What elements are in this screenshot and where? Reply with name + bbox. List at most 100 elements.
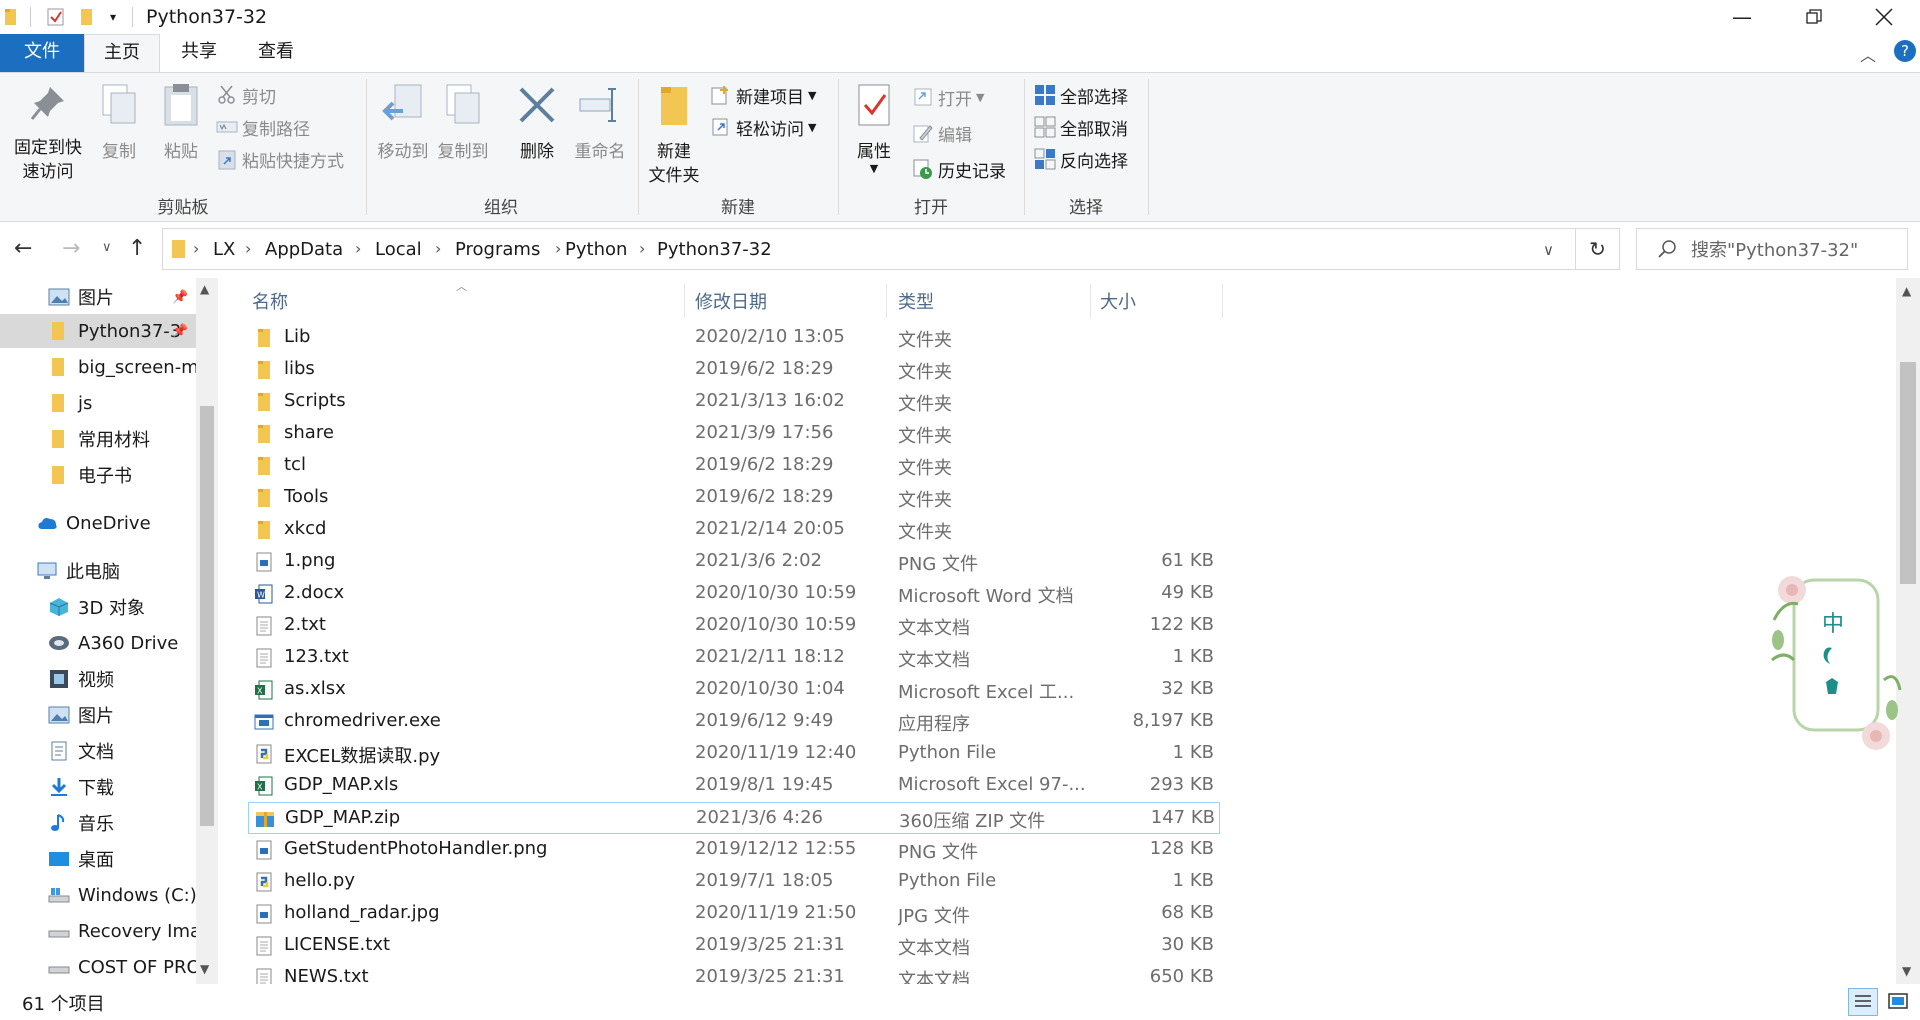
file-row[interactable]: GetStudentPhotoHandler.png2019/12/12 12:…	[248, 834, 1220, 866]
properties-button[interactable]: 属性 ▼	[846, 83, 902, 174]
file-row[interactable]: Lib2020/2/10 13:05文件夹	[248, 322, 1220, 354]
column-header-name[interactable]: 名称	[252, 288, 288, 314]
scroll-up-button[interactable]: ▲	[1902, 284, 1911, 298]
tab-share[interactable]: 共享	[160, 34, 238, 72]
column-header-type[interactable]: 类型	[898, 288, 934, 314]
nav-item-desktop[interactable]: 桌面	[0, 842, 196, 876]
file-row[interactable]: W2.docx2020/10/30 10:59Microsoft Word 文档…	[248, 578, 1220, 610]
file-row[interactable]: chromedriver.exe2019/6/12 9:49应用程序8,197 …	[248, 706, 1220, 738]
nav-item-ebooks[interactable]: 电子书	[0, 458, 196, 492]
copy-to-button[interactable]: 复制到	[434, 83, 492, 164]
nav-item-recovery-image[interactable]: Recovery Imag	[0, 914, 196, 948]
file-row[interactable]: XGDP_MAP.xls2019/8/1 19:45Microsoft Exce…	[248, 770, 1220, 802]
column-header-date[interactable]: 修改日期	[695, 288, 767, 314]
nav-item-downloads[interactable]: 下载	[0, 770, 196, 804]
breadcrumb-item[interactable]: LX	[213, 239, 235, 260]
address-history-dropdown[interactable]: ∨	[1543, 241, 1554, 259]
history-button[interactable]: 历史记录	[912, 155, 1006, 183]
nav-item-python37-32[interactable]: Python37-32 📌	[0, 314, 196, 348]
nav-item-videos[interactable]: 视频	[0, 662, 196, 696]
properties-quick-button[interactable]	[46, 7, 66, 27]
nav-item-pictures-pinned[interactable]: 图片 📌	[0, 280, 196, 314]
file-row[interactable]: hello.py2019/7/1 18:05Python File1 KB	[248, 866, 1220, 898]
large-icons-view-button[interactable]	[1884, 988, 1914, 1016]
file-row[interactable]: tcl2019/6/2 18:29文件夹	[248, 450, 1220, 482]
close-button[interactable]	[1848, 0, 1920, 34]
file-row[interactable]: Scripts2021/3/13 16:02文件夹	[248, 386, 1220, 418]
nav-item-3d-objects[interactable]: 3D 对象	[0, 590, 196, 624]
file-row[interactable]: Tools2019/6/2 18:29文件夹	[248, 482, 1220, 514]
new-folder-quick-button[interactable]	[80, 7, 94, 27]
collapse-ribbon-button[interactable]: ︿	[1860, 42, 1876, 66]
nav-item-documents[interactable]: 文档	[0, 734, 196, 768]
breadcrumb-item[interactable]: Programs	[455, 239, 540, 260]
nav-item-this-pc[interactable]: 此电脑	[0, 554, 196, 588]
tab-view[interactable]: 查看	[238, 34, 314, 72]
file-row[interactable]: 1.png2021/3/6 2:02PNG 文件61 KB	[248, 546, 1220, 578]
file-row[interactable]: LICENSE.txt2019/3/25 21:31文本文档30 KB	[248, 930, 1220, 962]
file-row[interactable]: 2.txt2020/10/30 10:59文本文档122 KB	[248, 610, 1220, 642]
nav-item-music[interactable]: 音乐	[0, 806, 196, 840]
forward-button[interactable]: →	[62, 236, 80, 261]
delete-button[interactable]: 删除	[512, 83, 562, 164]
back-button[interactable]: ←	[14, 236, 32, 261]
nav-pane-scrollbar[interactable]: ▲ ▼	[196, 278, 218, 984]
file-row[interactable]: share2021/3/9 17:56文件夹	[248, 418, 1220, 450]
move-to-button[interactable]: 移动到	[374, 83, 432, 164]
nav-item-big-screen[interactable]: big_screen-m	[0, 350, 196, 384]
nav-item-a360-drive[interactable]: A360 Drive	[0, 626, 196, 660]
floating-ime-widget[interactable]: 中	[1764, 560, 1904, 756]
new-folder-button[interactable]: 新建 文件夹	[644, 83, 704, 188]
details-view-button[interactable]	[1848, 988, 1878, 1016]
file-row[interactable]: NEWS.txt2019/3/25 21:31文本文档650 KB	[248, 962, 1220, 984]
scroll-up-button[interactable]: ▲	[200, 282, 209, 296]
scroll-down-button[interactable]: ▼	[200, 962, 209, 976]
breadcrumb-item[interactable]: Python	[565, 239, 627, 260]
copy-button[interactable]: 复制	[94, 83, 144, 164]
nav-item-js[interactable]: js	[0, 386, 196, 420]
pin-quick-access-button[interactable]: 固定到快 速访问	[8, 83, 88, 184]
up-button[interactable]: ↑	[128, 236, 146, 261]
nav-item-cost-of-pro[interactable]: COST OF PRO	[0, 950, 196, 984]
paste-button[interactable]: 粘贴	[156, 83, 206, 164]
nav-scroll-thumb[interactable]	[200, 406, 214, 826]
nav-item-pictures[interactable]: 图片	[0, 698, 196, 732]
file-row[interactable]: GDP_MAP.zip2021/3/6 4:26360压缩 ZIP 文件147 …	[248, 802, 1220, 834]
file-row[interactable]: holland_radar.jpg2020/11/19 21:50JPG 文件6…	[248, 898, 1220, 930]
minimize-button[interactable]: —	[1706, 0, 1778, 34]
file-row[interactable]: EXCEL数据读取.py2020/11/19 12:40Python File1…	[248, 738, 1220, 770]
breadcrumb-item[interactable]: Local	[375, 239, 422, 260]
rename-button[interactable]: 重命名	[570, 83, 630, 164]
search-input[interactable]: 搜索"Python37-32"	[1636, 228, 1908, 270]
new-item-button[interactable]: 新建项目 ▼	[710, 81, 816, 109]
cut-button[interactable]: 剪切	[216, 81, 276, 109]
nav-item-onedrive[interactable]: OneDrive	[0, 506, 196, 540]
customize-quick-access-dropdown[interactable]: ▾	[110, 7, 116, 27]
open-button[interactable]: 打开 ▼	[912, 83, 984, 111]
select-none-button[interactable]: 全部取消	[1034, 113, 1128, 141]
easy-access-button[interactable]: 轻松访问 ▼	[710, 113, 816, 141]
refresh-button[interactable]: ↻	[1576, 228, 1620, 270]
select-all-button[interactable]: 全部选择	[1034, 81, 1128, 109]
address-bar[interactable]: › LX › AppData › Local › Programs › Pyth…	[162, 228, 1576, 270]
column-header-size[interactable]: 大小	[1100, 288, 1136, 314]
tab-file[interactable]: 文件	[0, 34, 84, 72]
scroll-thumb[interactable]	[1900, 362, 1916, 584]
edit-button[interactable]: 编辑	[912, 119, 972, 147]
paste-shortcut-button[interactable]: 粘贴快捷方式	[216, 145, 344, 173]
help-button[interactable]: ?	[1894, 40, 1916, 62]
nav-item-common-materials[interactable]: 常用材料	[0, 422, 196, 456]
breadcrumb-item[interactable]: Python37-32	[657, 239, 772, 260]
file-row[interactable]: libs2019/6/2 18:29文件夹	[248, 354, 1220, 386]
scroll-down-button[interactable]: ▼	[1902, 964, 1911, 978]
invert-selection-button[interactable]: 反向选择	[1034, 145, 1128, 173]
nav-item-windows-c[interactable]: Windows (C:)	[0, 878, 196, 912]
file-row[interactable]: xkcd2021/2/14 20:05文件夹	[248, 514, 1220, 546]
file-row[interactable]: 123.txt2021/2/11 18:12文本文档1 KB	[248, 642, 1220, 674]
tab-home[interactable]: 主页	[84, 34, 160, 72]
breadcrumb-item[interactable]: AppData	[265, 239, 343, 260]
copy-path-button[interactable]: 复制路径	[216, 113, 310, 141]
recent-locations-dropdown[interactable]: ∨	[102, 240, 112, 255]
maximize-button[interactable]	[1778, 0, 1850, 34]
file-row[interactable]: Xas.xlsx2020/10/30 1:04Microsoft Excel 工…	[248, 674, 1220, 706]
